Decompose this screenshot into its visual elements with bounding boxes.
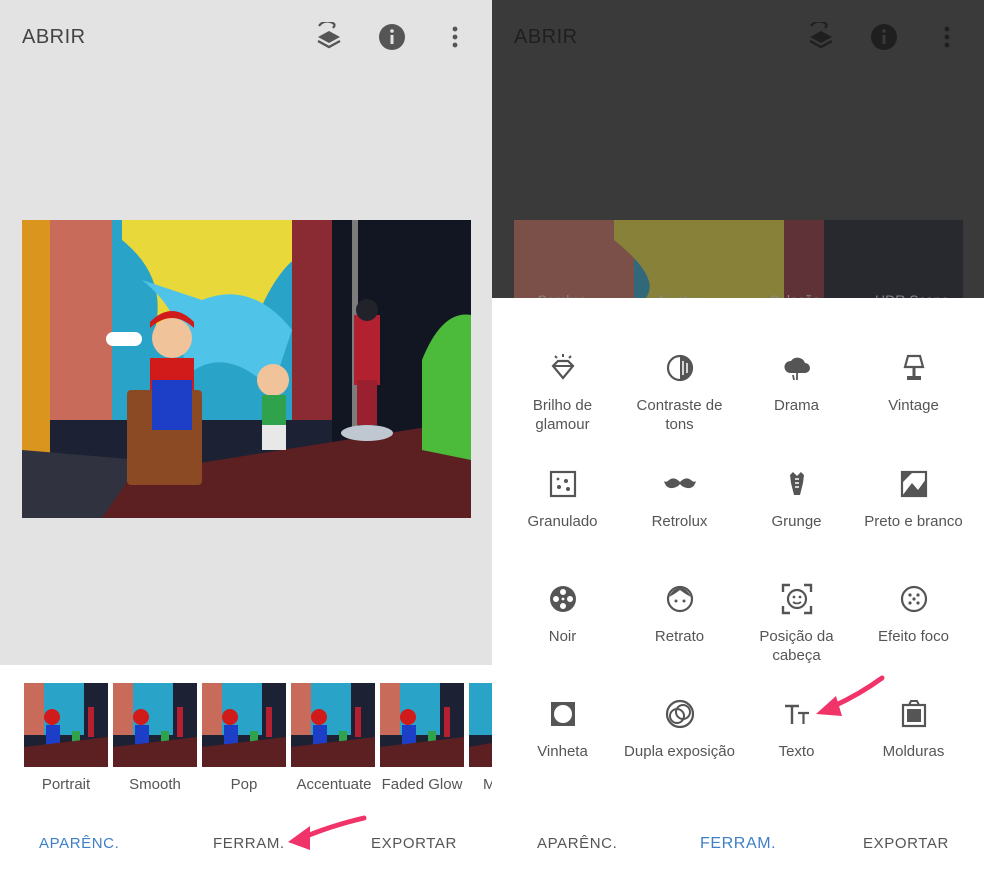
drama-cloud-icon: [781, 352, 813, 384]
tool-label: Granulado: [527, 513, 598, 530]
look-label: Portrait: [41, 776, 91, 793]
bottom-navigation: APARÊNC. FERRAM. EXPORTAR: [492, 812, 984, 875]
look-thumbnail[interactable]: [113, 683, 197, 767]
open-button[interactable]: ABRIR: [514, 26, 578, 49]
look-label: M: [483, 776, 492, 793]
glamour-glow-icon: [547, 352, 579, 384]
look-label: Pop: [230, 776, 258, 793]
top-app-bar: ABRIR: [0, 0, 492, 72]
tool-tonal-contrast[interactable]: Contraste de tons: [621, 352, 738, 462]
look-label: Faded Glow: [381, 776, 463, 793]
photo-preview: [514, 220, 963, 300]
tool-label: Contraste de tons: [636, 397, 723, 433]
stack-edits-icon[interactable]: [314, 22, 344, 52]
sheet-edge: [492, 298, 984, 308]
tab-export[interactable]: EXPORTAR: [863, 835, 949, 852]
text-icon: [781, 698, 813, 730]
look-label: Smooth: [129, 776, 181, 793]
bottom-navigation: APARÊNC. FERRAM. EXPORTAR: [0, 812, 492, 875]
double-exposure-icon: [664, 698, 696, 730]
tool-double-exposure[interactable]: Dupla exposição: [621, 698, 738, 808]
tool-vignette[interactable]: Vinheta: [504, 698, 621, 808]
tool-lens-blur[interactable]: Efeito foco: [855, 583, 972, 693]
portrait-face-icon: [664, 583, 696, 615]
tool-glamour-glow[interactable]: Brilho de glamour: [504, 352, 621, 462]
tool-label: Dupla exposição: [624, 743, 735, 760]
tool-vintage[interactable]: Vintage: [855, 352, 972, 462]
stack-edits-icon[interactable]: [806, 22, 836, 52]
top-app-bar: ABRIR: [492, 0, 984, 72]
frames-icon: [898, 698, 930, 730]
tool-retrolux[interactable]: Retrolux: [621, 468, 738, 578]
film-reel-icon: [547, 583, 579, 615]
look-thumbnail[interactable]: [291, 683, 375, 767]
more-vert-icon[interactable]: [932, 22, 962, 52]
look-thumbnail[interactable]: [469, 683, 492, 767]
photo-preview: [22, 220, 471, 518]
look-label: Accentuate: [296, 776, 372, 793]
tool-label: Vintage: [888, 397, 939, 414]
right-screen: ABRIR Sombra Ajustar Seleção HDR Scape B…: [492, 0, 984, 875]
tool-frames[interactable]: Molduras: [855, 698, 972, 808]
head-pose-icon: [781, 583, 813, 615]
tool-black-white[interactable]: Preto e branco: [855, 468, 972, 578]
tab-export[interactable]: EXPORTAR: [371, 835, 457, 852]
open-button[interactable]: ABRIR: [22, 26, 86, 49]
tab-looks[interactable]: APARÊNC.: [39, 835, 119, 852]
tool-label: Grunge: [771, 513, 822, 530]
tonal-contrast-icon: [664, 352, 696, 384]
tool-label: Retrolux: [651, 513, 708, 530]
tool-label: Drama: [773, 397, 819, 414]
looks-carousel[interactable]: Portrait Smooth Pop Accentuate Faded Glo…: [0, 665, 492, 812]
info-icon[interactable]: [869, 22, 899, 52]
vintage-lamp-icon: [898, 352, 930, 384]
tool-label: Preto e branco: [864, 513, 963, 530]
tool-text[interactable]: Texto: [738, 698, 855, 808]
vignette-icon: [547, 698, 579, 730]
look-thumbnail[interactable]: [380, 683, 464, 767]
tool-noir[interactable]: Noir: [504, 583, 621, 693]
black-white-icon: [898, 468, 930, 500]
tool-label: Noir: [548, 628, 577, 645]
tab-looks[interactable]: APARÊNC.: [537, 835, 617, 852]
tool-grunge[interactable]: Grunge: [738, 468, 855, 578]
tab-tools[interactable]: FERRAM.: [213, 835, 285, 852]
mustache-icon: [664, 468, 696, 500]
look-thumbnail[interactable]: [24, 683, 108, 767]
tool-drama[interactable]: Drama: [738, 352, 855, 462]
tool-label: Retrato: [654, 628, 705, 645]
tool-portrait[interactable]: Retrato: [621, 583, 738, 693]
tool-label: Texto: [778, 743, 815, 760]
tab-tools[interactable]: FERRAM.: [700, 835, 776, 853]
look-thumbnail[interactable]: [202, 683, 286, 767]
grunge-guitar-icon: [781, 468, 813, 500]
tool-label: Vinheta: [537, 743, 588, 760]
grainy-film-icon: [547, 468, 579, 500]
info-icon[interactable]: [377, 22, 407, 52]
tool-label: Efeito foco: [878, 628, 949, 645]
tool-label: Brilho de glamour: [532, 397, 593, 433]
tool-grainy-film[interactable]: Granulado: [504, 468, 621, 578]
lens-blur-icon: [898, 583, 930, 615]
tools-panel: Sombra Ajustar Seleção HDR Scape Brilho …: [492, 292, 984, 812]
tool-head-pose[interactable]: Posição da cabeça: [738, 583, 855, 693]
more-vert-icon[interactable]: [440, 22, 470, 52]
tool-label: Molduras: [882, 743, 945, 760]
left-screen: ABRIR Portrait Smooth Pop Accentuate Fad…: [0, 0, 492, 875]
tool-label: Posição da cabeça: [759, 628, 834, 664]
